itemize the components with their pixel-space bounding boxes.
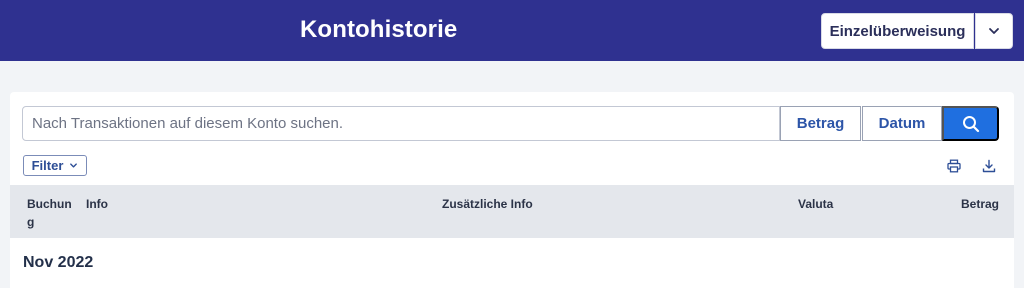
chevron-down-icon [989, 28, 999, 34]
transactions-table-header: Buchung Info Zusätzliche Info Valuta Bet… [10, 185, 1014, 238]
transfer-menu-toggle[interactable] [975, 13, 1013, 49]
column-header-buchung[interactable]: Buchung [27, 195, 77, 231]
date-filter-button[interactable]: Datum [862, 106, 942, 141]
search-icon [962, 115, 979, 132]
column-header-betrag[interactable]: Betrag [961, 195, 999, 213]
month-group-heading: Nov 2022 [23, 254, 94, 271]
column-header-valuta[interactable]: Valuta [798, 195, 833, 213]
filter-label: Filter [31, 158, 64, 173]
search-input[interactable] [22, 106, 780, 141]
amount-filter-button[interactable]: Betrag [780, 106, 861, 141]
download-icon [982, 159, 996, 173]
filter-dropdown-button[interactable]: Filter [23, 155, 87, 176]
search-button[interactable] [942, 106, 999, 141]
download-button[interactable] [980, 157, 998, 175]
account-history-card: Betrag Datum Filter Buchung Info Zusätzl… [10, 92, 1014, 288]
print-button[interactable] [945, 157, 963, 175]
column-header-additional-info[interactable]: Zusätzliche Info [442, 195, 533, 213]
column-header-info[interactable]: Info [86, 195, 108, 213]
printer-icon [947, 159, 961, 173]
page-title: Kontohistorie [300, 16, 458, 43]
einzelueberweisung-button[interactable]: Einzelüberweisung [821, 13, 974, 49]
transfer-split-button: Einzelüberweisung [821, 13, 1013, 49]
chevron-down-icon [70, 163, 78, 168]
app-header: Kontohistorie Einzelüberweisung [0, 0, 1024, 61]
